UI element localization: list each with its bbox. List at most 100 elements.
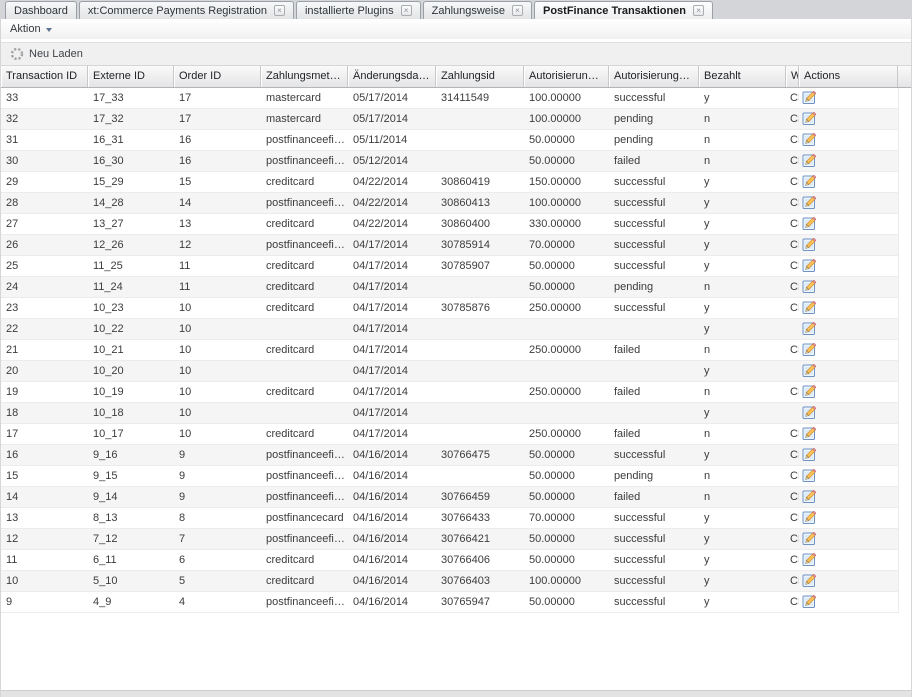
table-row[interactable]: 3016_3016postfinanceefinance05/12/201450… bbox=[1, 151, 898, 172]
table-row[interactable]: 116_116creditcard04/16/20143076640650.00… bbox=[1, 550, 898, 571]
edit-action-button[interactable] bbox=[802, 364, 817, 379]
edit-action-button[interactable] bbox=[802, 238, 817, 253]
tab-close-icon[interactable]: × bbox=[401, 5, 412, 16]
cell-zahlungsmethode: postfinanceefinance bbox=[261, 592, 348, 612]
cell-transaction_id: 15 bbox=[1, 466, 88, 486]
edit-action-button[interactable] bbox=[802, 301, 817, 316]
cell-transaction_id: 23 bbox=[1, 298, 88, 318]
cell-waehrung: CHF bbox=[786, 529, 799, 549]
edit-action-button[interactable] bbox=[802, 196, 817, 211]
column-header-transaction_id[interactable]: Transaction ID bbox=[1, 66, 88, 87]
tab-close-icon[interactable]: × bbox=[274, 5, 285, 16]
edit-action-button[interactable] bbox=[802, 217, 817, 232]
edit-action-button[interactable] bbox=[802, 427, 817, 442]
edit-action-button[interactable] bbox=[802, 490, 817, 505]
reload-button[interactable]: Neu Laden bbox=[6, 45, 87, 63]
column-header-actions[interactable]: Actions bbox=[799, 66, 898, 87]
cell-transaction_id: 32 bbox=[1, 109, 88, 129]
edit-action-button[interactable] bbox=[802, 280, 817, 295]
tab-close-icon[interactable]: × bbox=[512, 5, 523, 16]
tab-dashboard[interactable]: Dashboard bbox=[5, 1, 77, 19]
cell-actions bbox=[799, 592, 898, 612]
cell-zahlungsmethode: creditcard bbox=[261, 382, 348, 402]
tab-zahlungsweise[interactable]: Zahlungsweise× bbox=[423, 1, 532, 19]
column-header-waehrung[interactable]: Währung bbox=[786, 66, 799, 87]
column-header-autorisierungsstatus[interactable]: Autorisierungsstatus bbox=[609, 66, 699, 87]
table-row[interactable]: 1710_1710creditcard04/17/2014250.00000fa… bbox=[1, 424, 898, 445]
cell-zahlungsmethode: postfinanceefinance bbox=[261, 487, 348, 507]
edit-action-button[interactable] bbox=[802, 469, 817, 484]
table-row[interactable]: 2310_2310creditcard04/17/201430785876250… bbox=[1, 298, 898, 319]
column-header-autorisierungsbetrag[interactable]: Autorisierungsbetrag bbox=[524, 66, 609, 87]
cell-autorisierungsstatus: pending bbox=[609, 130, 699, 150]
cell-actions bbox=[799, 340, 898, 360]
table-row[interactable]: 2612_2612postfinanceefinance04/17/201430… bbox=[1, 235, 898, 256]
edit-action-button[interactable] bbox=[802, 112, 817, 127]
table-row[interactable]: 2915_2915creditcard04/22/201430860419150… bbox=[1, 172, 898, 193]
edit-action-button[interactable] bbox=[802, 595, 817, 610]
table-row[interactable]: 3116_3116postfinanceefinance05/11/201450… bbox=[1, 130, 898, 151]
table-row[interactable]: 169_169postfinanceefinance04/16/20143076… bbox=[1, 445, 898, 466]
edit-action-button[interactable] bbox=[802, 448, 817, 463]
edit-icon bbox=[802, 343, 816, 357]
tab-close-icon[interactable]: × bbox=[693, 5, 704, 16]
table-row[interactable]: 1910_1910creditcard04/17/2014250.00000fa… bbox=[1, 382, 898, 403]
cell-aenderungsdatum: 04/16/2014 bbox=[348, 571, 436, 591]
cell-order_id: 10 bbox=[174, 382, 261, 402]
tab-installierte-plugins[interactable]: installierte Plugins× bbox=[296, 1, 421, 19]
table-row[interactable]: 138_138postfinancecard04/16/201430766433… bbox=[1, 508, 898, 529]
edit-icon bbox=[802, 490, 816, 504]
edit-action-button[interactable] bbox=[802, 343, 817, 358]
tab-postfinance-transaktionen[interactable]: PostFinance Transaktionen× bbox=[534, 1, 713, 19]
edit-action-button[interactable] bbox=[802, 91, 817, 106]
table-row[interactable]: 3317_3317mastercard05/17/201431411549100… bbox=[1, 88, 898, 109]
edit-action-button[interactable] bbox=[802, 532, 817, 547]
table-row[interactable]: 2110_2110creditcard04/17/2014250.00000fa… bbox=[1, 340, 898, 361]
edit-action-button[interactable] bbox=[802, 322, 817, 337]
edit-action-button[interactable] bbox=[802, 406, 817, 421]
cell-autorisierungsstatus: failed bbox=[609, 151, 699, 171]
edit-action-button[interactable] bbox=[802, 511, 817, 526]
table-row[interactable]: 159_159postfinanceefinance04/16/201450.0… bbox=[1, 466, 898, 487]
cell-order_id: 6 bbox=[174, 550, 261, 570]
edit-icon bbox=[802, 532, 816, 546]
aktion-menu-button[interactable]: Aktion bbox=[10, 23, 52, 35]
reload-button-label: Neu Laden bbox=[29, 48, 83, 60]
table-row[interactable]: 2511_2511creditcard04/17/20143078590750.… bbox=[1, 256, 898, 277]
table-row[interactable]: 2814_2814postfinanceefinance04/22/201430… bbox=[1, 193, 898, 214]
edit-action-button[interactable] bbox=[802, 553, 817, 568]
column-header-zahlungsmethode[interactable]: Zahlungsmethode bbox=[261, 66, 348, 87]
edit-action-button[interactable] bbox=[802, 175, 817, 190]
column-header-externe_id[interactable]: Externe ID bbox=[88, 66, 174, 87]
edit-action-button[interactable] bbox=[802, 385, 817, 400]
table-row[interactable]: 94_94postfinanceefinance04/16/2014307659… bbox=[1, 592, 898, 613]
column-header-bezahlt[interactable]: Bezahlt bbox=[699, 66, 786, 87]
edit-action-button[interactable] bbox=[802, 574, 817, 589]
table-row[interactable]: 2210_221004/17/2014y bbox=[1, 319, 898, 340]
table-row[interactable]: 1810_181004/17/2014y bbox=[1, 403, 898, 424]
edit-action-button[interactable] bbox=[802, 259, 817, 274]
cell-zahlungsmethode: creditcard bbox=[261, 214, 348, 234]
tab-xt-commerce-payments-registration[interactable]: xt:Commerce Payments Registration× bbox=[79, 1, 294, 19]
column-header-zahlungsid[interactable]: Zahlungsid bbox=[436, 66, 524, 87]
cell-zahlungsid bbox=[436, 151, 524, 171]
cell-order_id: 16 bbox=[174, 151, 261, 171]
table-row[interactable]: 149_149postfinanceefinance04/16/20143076… bbox=[1, 487, 898, 508]
cell-order_id: 16 bbox=[174, 130, 261, 150]
table-row[interactable]: 3217_3217mastercard05/17/2014100.00000pe… bbox=[1, 109, 898, 130]
table-row[interactable]: 127_127postfinanceefinance04/16/20143076… bbox=[1, 529, 898, 550]
cell-autorisierungsstatus: pending bbox=[609, 277, 699, 297]
cell-order_id: 9 bbox=[174, 487, 261, 507]
table-row[interactable]: 105_105creditcard04/16/201430766403100.0… bbox=[1, 571, 898, 592]
cell-autorisierungsbetrag: 100.00000 bbox=[524, 109, 609, 129]
table-row[interactable]: 2411_2411creditcard04/17/201450.00000pen… bbox=[1, 277, 898, 298]
column-header-order_id[interactable]: Order ID bbox=[174, 66, 261, 87]
table-row[interactable]: 2713_2713creditcard04/22/201430860400330… bbox=[1, 214, 898, 235]
edit-action-button[interactable] bbox=[802, 154, 817, 169]
cell-actions bbox=[799, 256, 898, 276]
table-row[interactable]: 2010_201004/17/2014y bbox=[1, 361, 898, 382]
column-header-aenderungsdatum[interactable]: Änderungsdatum bbox=[348, 66, 436, 87]
cell-actions bbox=[799, 487, 898, 507]
cell-zahlungsid bbox=[436, 382, 524, 402]
edit-action-button[interactable] bbox=[802, 133, 817, 148]
